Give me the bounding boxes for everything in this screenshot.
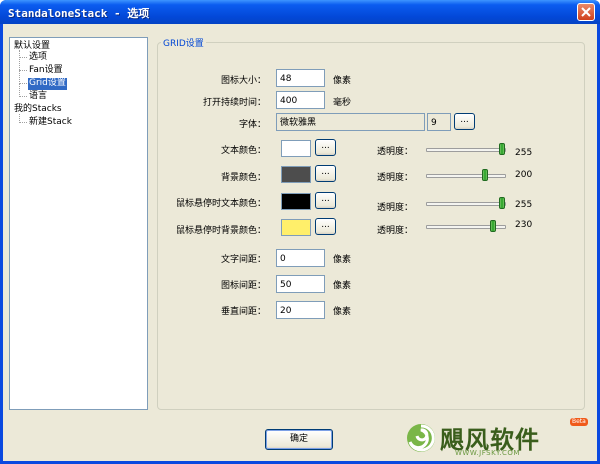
tree-connector [19,70,27,71]
font-label: 字体： [238,120,266,130]
close-button[interactable] [577,3,595,21]
tree-item-grid-settings[interactable]: Grid设置 [28,78,67,90]
icon-size-input[interactable]: 48 [276,69,325,87]
ok-button[interactable]: 确定 [265,429,333,450]
slider-thumb[interactable] [490,220,496,232]
options-window: StandaloneStack - 选项 默认设置 选项 Fan设置 Grid设… [0,0,600,464]
tree-item-my-stacks[interactable]: 我的Stacks [14,104,62,116]
hover-bg-color-label: 鼠标悬停时背景颜色： [175,226,266,236]
bg-color-button[interactable]: ... [315,165,336,182]
slider-track [426,174,506,178]
watermark-url: WWW.JFSKY.COM [455,449,520,457]
hover-bg-opacity-label: 透明度： [377,226,414,236]
font-size-field: 9 [427,113,451,131]
tree-item-fan-settings[interactable]: Fan设置 [29,65,63,77]
text-opacity-label: 透明度： [377,147,414,157]
hover-time-unit: 毫秒 [333,98,352,108]
text-opacity-slider[interactable] [426,143,506,157]
text-color-button[interactable]: ... [315,139,336,156]
slider-thumb[interactable] [482,169,488,181]
settings-tree[interactable]: 默认设置 选项 Fan设置 Grid设置 语言 我的Stacks 新建Stack [9,37,148,410]
text-spacing-label: 文字间距： [220,255,266,265]
text-opacity-value: 255 [515,148,533,158]
tree-item-language[interactable]: 语言 [29,91,47,103]
bg-opacity-value: 200 [515,170,533,180]
icon-size-label: 图标大小： [220,76,266,86]
slider-track [426,148,506,152]
tree-connector [19,96,27,97]
hover-bg-opacity-slider[interactable] [426,220,506,234]
hover-text-opacity-value: 255 [515,200,533,210]
dialog-client-area: 默认设置 选项 Fan设置 Grid设置 语言 我的Stacks 新建Stack… [3,24,597,461]
vertical-spacing-input[interactable]: 20 [276,301,325,319]
hover-bg-opacity-value: 230 [515,220,533,230]
tree-connector [19,84,20,97]
text-color-label: 文本颜色： [220,146,266,156]
slider-thumb[interactable] [499,197,505,209]
tree-connector [19,57,27,58]
icon-spacing-label: 图标间距： [220,281,266,291]
vertical-spacing-unit: 像素 [333,307,352,317]
bg-color-swatch [281,166,311,183]
group-title: GRID设置 [161,36,206,49]
hover-text-opacity-slider[interactable] [426,197,506,211]
hover-text-color-label: 鼠标悬停时文本颜色： [175,199,266,209]
watermark-logo: 飓风软件 WWW.JFSKY.COM Beta [405,418,590,462]
close-icon [581,7,591,17]
window-title: StandaloneStack - 选项 [8,7,150,20]
bg-opacity-slider[interactable] [426,169,506,183]
bg-color-label: 背景颜色： [220,173,266,183]
tree-connector [19,83,27,84]
tree-item-options[interactable]: 选项 [29,52,47,64]
icon-spacing-input[interactable]: 50 [276,275,325,293]
slider-track [426,202,506,206]
hover-time-label: 打开持续时间： [202,98,266,108]
hover-bg-color-button[interactable]: ... [315,218,336,235]
text-spacing-input[interactable]: 0 [276,249,325,267]
font-name-field: 微软雅黑 [276,113,425,131]
hover-bg-color-swatch [281,219,311,236]
title-bar[interactable]: StandaloneStack - 选项 [0,0,600,24]
vertical-spacing-label: 垂直间距： [220,307,266,317]
hover-text-color-swatch [281,193,311,210]
beta-badge: Beta [570,418,588,426]
icon-spacing-unit: 像素 [333,281,352,291]
text-spacing-unit: 像素 [333,255,352,265]
tree-connector [19,122,27,123]
swirl-logo-icon [407,424,435,452]
icon-size-unit: 像素 [333,76,352,86]
tree-connector [19,50,20,84]
hover-text-color-button[interactable]: ... [315,192,336,209]
font-picker-button[interactable]: ... [454,113,475,130]
tree-item-new-stack[interactable]: 新建Stack [29,117,72,129]
hover-time-input[interactable]: 400 [276,91,325,109]
text-color-swatch [281,140,311,157]
bg-opacity-label: 透明度： [377,173,414,183]
slider-thumb[interactable] [499,143,505,155]
hover-text-opacity-label: 透明度： [377,203,414,213]
